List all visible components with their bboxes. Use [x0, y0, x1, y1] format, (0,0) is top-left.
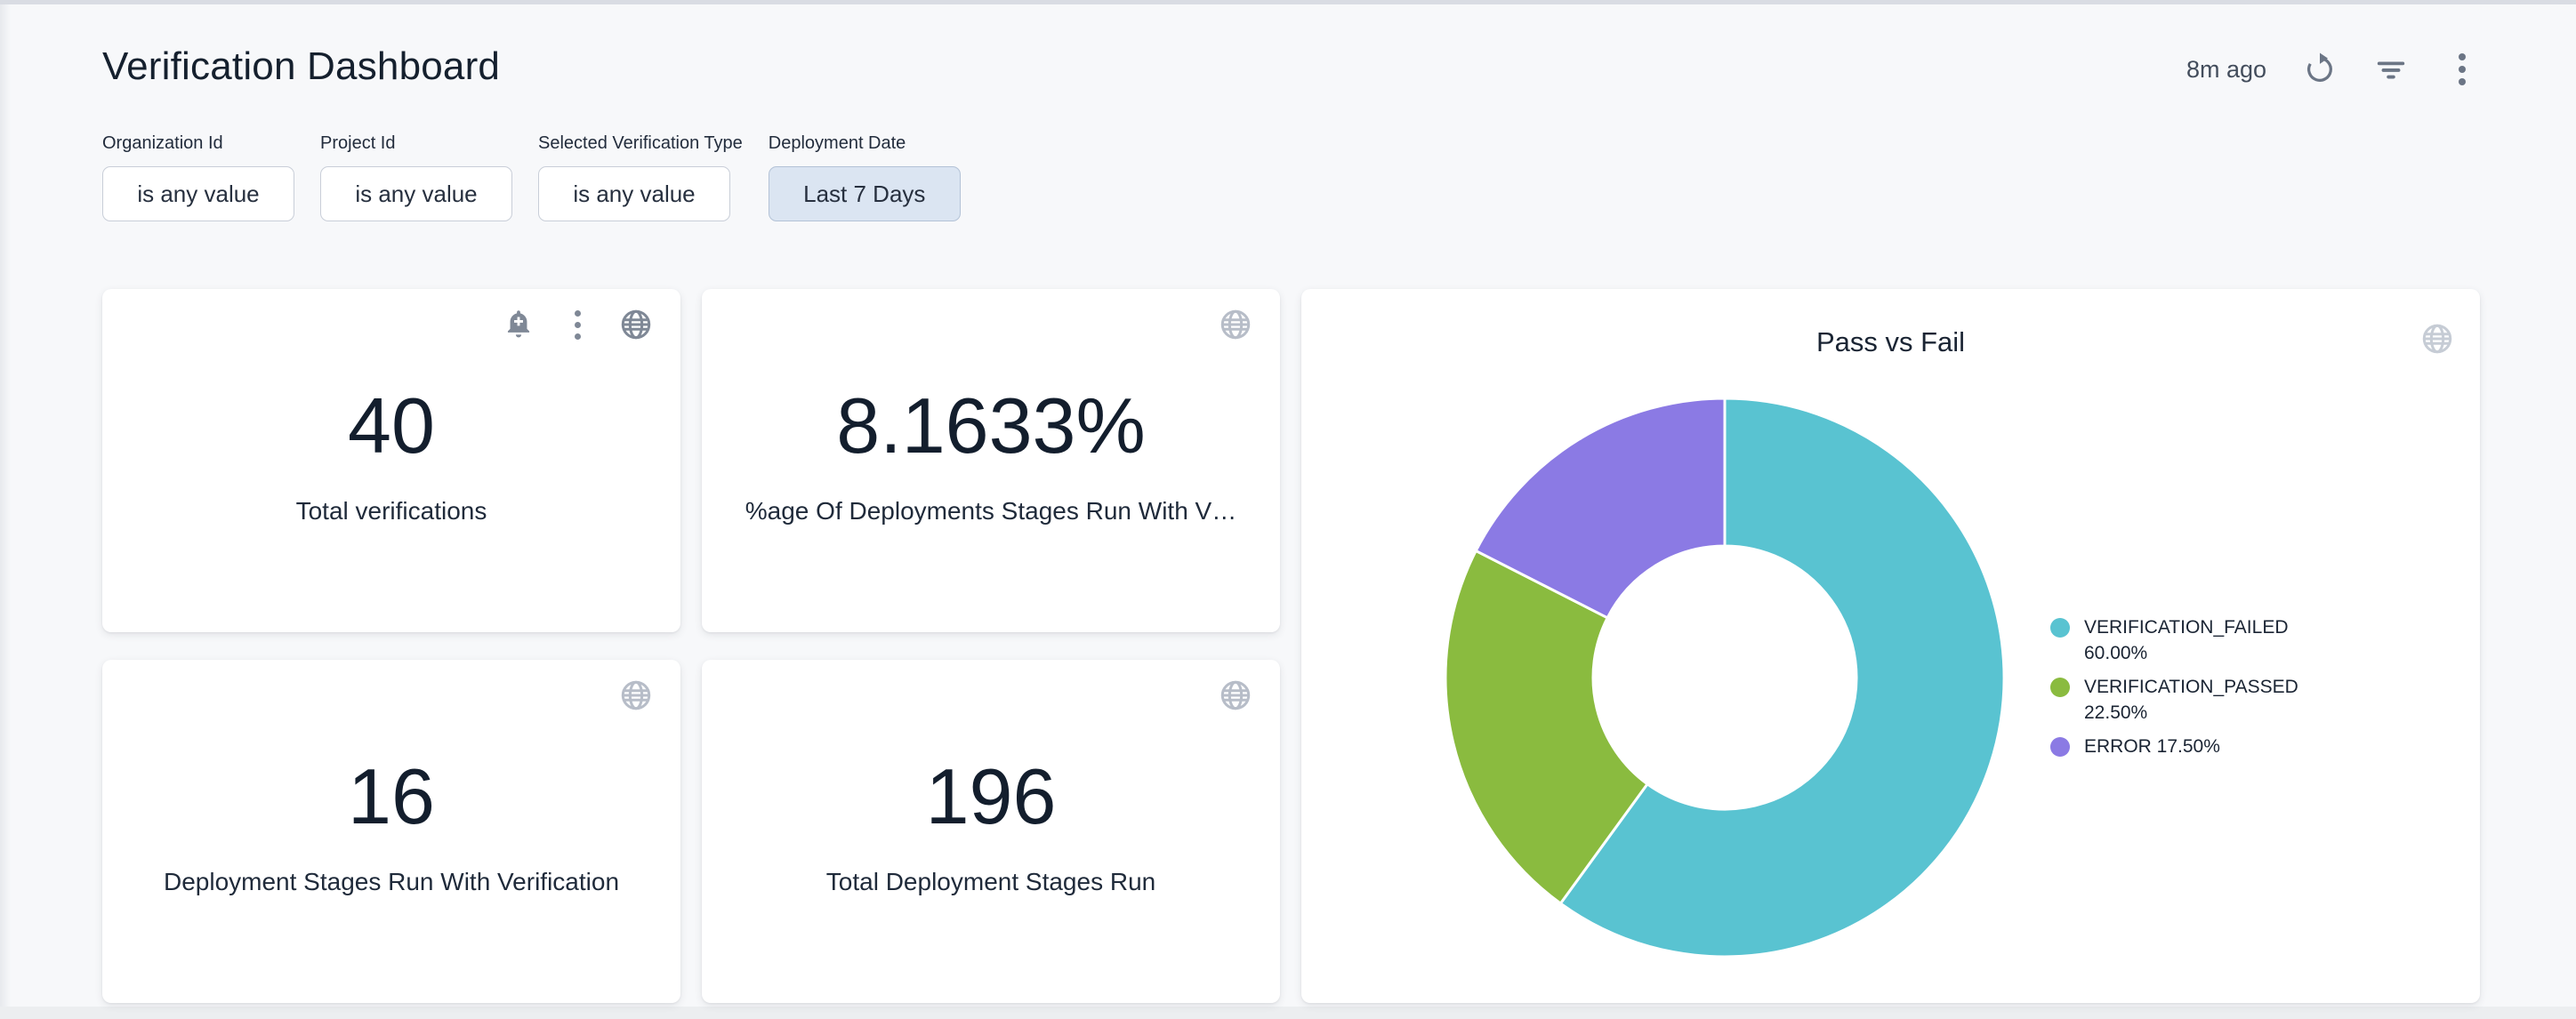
filter-value-button[interactable]: is any value: [102, 166, 294, 221]
legend-swatch-purple: [2050, 737, 2070, 757]
window-top-edge: [0, 0, 2576, 4]
filter-value-button-active[interactable]: Last 7 Days: [769, 166, 961, 221]
dashboard-menu-kebab-icon[interactable]: [2444, 52, 2480, 87]
globe-icon[interactable]: [2419, 321, 2455, 357]
page-title: Verification Dashboard: [102, 44, 500, 89]
page-background-band: [0, 1007, 2576, 1019]
kpi-label: Total verifications: [296, 497, 487, 526]
globe-icon[interactable]: [618, 678, 654, 713]
kpi-value: 196: [926, 758, 1057, 836]
legend-item-verification-passed[interactable]: VERIFICATION_PASSED 22.50%: [2050, 674, 2326, 726]
window-left-edge: [0, 4, 11, 1019]
filter-label: Deployment Date: [769, 133, 906, 154]
legend-label: VERIFICATION_FAILED 60.00%: [2084, 614, 2326, 666]
legend-label: ERROR 17.50%: [2084, 734, 2326, 759]
kpi-label: Total Deployment Stages Run: [826, 868, 1155, 896]
kpi-value: 16: [348, 758, 435, 836]
globe-icon[interactable]: [618, 307, 654, 342]
filter-organization-id: Organization Id is any value: [102, 133, 294, 221]
filter-project-id: Project Id is any value: [320, 133, 512, 221]
legend-item-error[interactable]: ERROR 17.50%: [2050, 734, 2326, 759]
header-actions: 8m ago: [2186, 46, 2480, 92]
legend-swatch-green: [2050, 678, 2070, 697]
kpi-label: Deployment Stages Run With Verification: [164, 868, 619, 896]
last-refresh-timestamp: 8m ago: [2186, 56, 2266, 84]
legend-label: VERIFICATION_PASSED 22.50%: [2084, 674, 2326, 726]
tile-pass-vs-fail-chart: Pass vs Fail VERIFICATION_FAILED 60.00% …: [1301, 289, 2480, 1003]
legend-swatch-teal: [2050, 618, 2070, 638]
filter-selected-verification-type: Selected Verification Type is any value: [538, 133, 743, 221]
filter-icon[interactable]: [2373, 52, 2409, 87]
filter-value-button[interactable]: is any value: [538, 166, 730, 221]
filter-value-button[interactable]: is any value: [320, 166, 512, 221]
filter-deployment-date: Deployment Date Last 7 Days: [769, 133, 961, 221]
legend-item-verification-failed[interactable]: VERIFICATION_FAILED 60.00%: [2050, 614, 2326, 666]
tile-menu-kebab-icon[interactable]: [559, 307, 595, 342]
globe-icon[interactable]: [1218, 307, 1253, 342]
add-alert-icon[interactable]: [501, 307, 536, 342]
tile-total-deployment-stages-run: 196 Total Deployment Stages Run: [702, 660, 1280, 1003]
tile-total-verifications: 40 Total verifications: [102, 289, 680, 632]
kpi-label: %age Of Deployments Stages Run With V…: [745, 497, 1236, 526]
kpi-value: 40: [348, 387, 435, 465]
chart-legend: VERIFICATION_FAILED 60.00% VERIFICATION_…: [2050, 614, 2326, 759]
filter-bar: Organization Id is any value Project Id …: [102, 133, 961, 221]
globe-icon[interactable]: [1218, 678, 1253, 713]
kpi-value: 8.1633%: [836, 387, 1145, 465]
filter-label: Project Id: [320, 133, 395, 154]
filter-label: Selected Verification Type: [538, 133, 743, 154]
refresh-icon[interactable]: [2302, 52, 2338, 87]
tile-deployment-stages-run-with-verification: 16 Deployment Stages Run With Verificati…: [102, 660, 680, 1003]
tile-pct-deployment-stages-with-verification: 8.1633% %age Of Deployments Stages Run W…: [702, 289, 1280, 632]
filter-label: Organization Id: [102, 133, 223, 154]
